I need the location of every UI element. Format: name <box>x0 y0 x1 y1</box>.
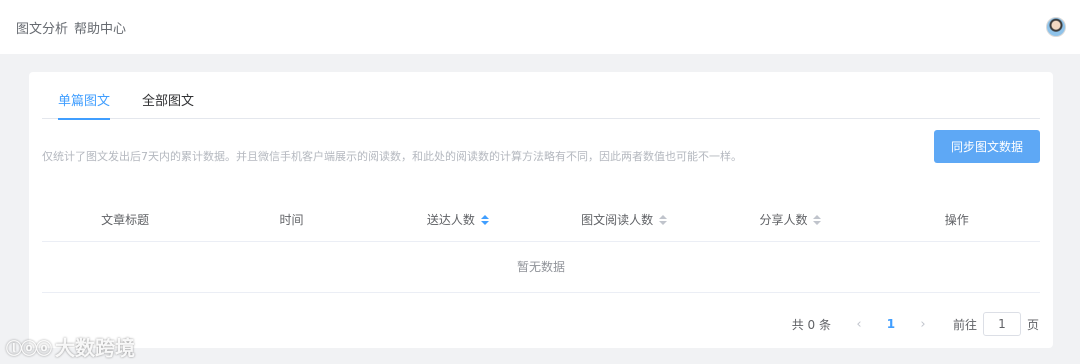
pagination-total: 共 0 条 <box>791 317 831 332</box>
statistics-notice: 仅统计了图文发出后7天内的累计数据。并且微信手机客户端展示的阅读数，和此处的阅读… <box>42 150 742 163</box>
breadcrumb-item-help[interactable]: 帮助中心 <box>74 18 126 37</box>
goto-label: 前往 <box>952 317 977 332</box>
pagination: 共 0 条 ‹ 1 › 前往 页 <box>792 312 1039 336</box>
chevron-right-icon[interactable]: › <box>909 317 937 332</box>
table-header: 文章标题 时间 送达人数 图文阅读人数 分享人数 操作 <box>42 198 1040 242</box>
column-header-actions: 操作 <box>944 213 969 227</box>
empty-state-text: 暂无数据 <box>42 242 1040 293</box>
top-bar: 图文分析 帮助中心 <box>0 0 1080 54</box>
goto-page-input[interactable] <box>982 312 1021 336</box>
column-header-delivered[interactable]: 送达人数 <box>375 211 541 228</box>
tab-single-article[interactable]: 单篇图文 <box>58 86 111 120</box>
breadcrumb-item-analysis[interactable]: 图文分析 <box>16 18 68 37</box>
watermark-text: 大数跨境 <box>55 336 136 360</box>
breadcrumb: 图文分析 帮助中心 <box>16 18 126 37</box>
column-header-title: 文章标题 <box>101 213 150 227</box>
page-unit-label: 页 <box>1026 317 1039 332</box>
tab-all-articles[interactable]: 全部图文 <box>142 86 194 119</box>
chevron-left-icon[interactable]: ‹ <box>845 317 873 332</box>
column-header-time: 时间 <box>279 213 304 227</box>
watermark-logo: ⓛⓞⓞ 大数跨境 <box>6 332 135 361</box>
watermark-brand-icon: ⓛⓞⓞ <box>6 338 52 358</box>
sort-icon[interactable] <box>480 214 489 225</box>
tab-bar: 单篇图文 全部图文 <box>42 86 1040 120</box>
content-card: 单篇图文 全部图文 仅统计了图文发出后7天内的累计数据。并且微信手机客户端展示的… <box>29 72 1053 348</box>
column-header-shares[interactable]: 分享人数 <box>707 211 873 228</box>
article-table: 文章标题 时间 送达人数 图文阅读人数 分享人数 操作 暂无数据 <box>42 198 1040 293</box>
sync-article-data-button[interactable]: 同步图文数据 <box>934 130 1040 163</box>
sort-icon[interactable] <box>659 214 668 225</box>
page-number-1[interactable]: 1 <box>873 317 909 331</box>
column-header-readers[interactable]: 图文阅读人数 <box>541 211 707 228</box>
user-avatar-icon[interactable] <box>1046 17 1066 37</box>
sort-icon[interactable] <box>813 214 822 225</box>
